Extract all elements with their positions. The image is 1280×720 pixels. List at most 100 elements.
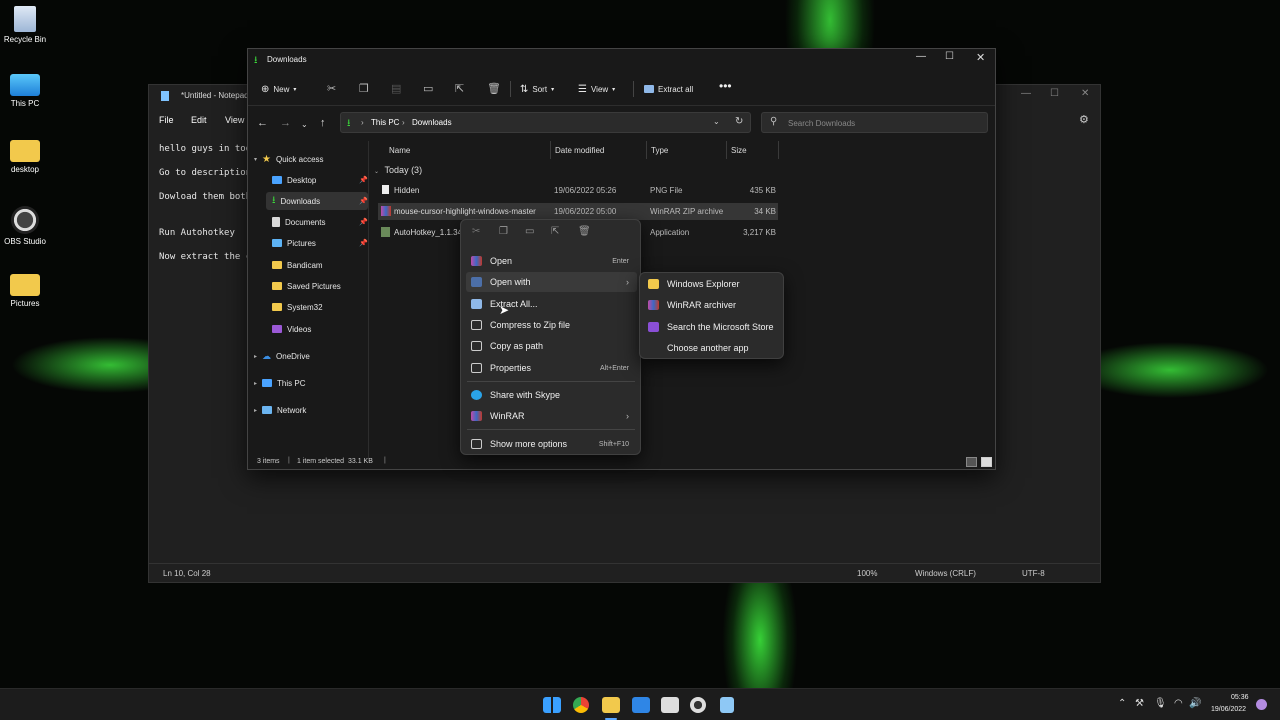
- copy-icon[interactable]: ❐: [499, 226, 508, 237]
- column-header-size[interactable]: Size: [731, 146, 747, 155]
- menu-extract-all[interactable]: Extract All...: [466, 294, 637, 314]
- zoom-level: 100%: [857, 569, 878, 578]
- obs-icon[interactable]: [690, 697, 706, 713]
- nav-desktop[interactable]: Desktop 📌: [272, 171, 368, 189]
- column-header-name[interactable]: Name: [389, 146, 410, 155]
- menu-label: Properties: [490, 363, 532, 373]
- notepad-icon[interactable]: [720, 697, 734, 713]
- maximize-icon[interactable]: ☐: [945, 51, 954, 62]
- refresh-icon[interactable]: ↻: [735, 116, 743, 127]
- maximize-icon[interactable]: ☐: [1050, 88, 1059, 99]
- file-explorer-icon[interactable]: [602, 697, 620, 713]
- share-icon[interactable]: ⇱: [455, 82, 464, 95]
- rename-icon[interactable]: ▭: [525, 226, 534, 237]
- menu-open-with[interactable]: Open with ›: [466, 272, 637, 292]
- clock-time[interactable]: 05:36: [1231, 694, 1249, 701]
- open-with-icon: [471, 277, 482, 287]
- nav-saved-pictures[interactable]: Saved Pictures: [272, 277, 368, 295]
- menu-share-skype[interactable]: Share with Skype: [466, 385, 637, 405]
- nav-onedrive[interactable]: ▸ ☁ OneDrive: [254, 347, 364, 365]
- application-icon: [381, 227, 390, 237]
- file-row-selected[interactable]: mouse-cursor-highlight-windows-master 19…: [378, 203, 778, 220]
- notification-badge[interactable]: [1256, 699, 1267, 710]
- close-icon[interactable]: ✕: [1081, 88, 1089, 99]
- chevron-up-icon[interactable]: ⌃: [1118, 698, 1126, 709]
- desktop-icon-obs[interactable]: OBS Studio: [0, 206, 50, 246]
- menu-compress-zip[interactable]: Compress to Zip file: [466, 315, 637, 335]
- delete-icon[interactable]: 🗑: [578, 226, 591, 237]
- cut-icon[interactable]: ✂: [327, 82, 336, 95]
- store-icon[interactable]: [661, 697, 679, 713]
- forward-arrow-icon[interactable]: →: [280, 117, 291, 129]
- recent-chevron-icon[interactable]: ⌄: [301, 120, 308, 129]
- nav-downloads[interactable]: ⭳ Downloads 📌: [266, 192, 368, 210]
- column-header-date[interactable]: Date modified: [555, 146, 604, 155]
- extract-all-button[interactable]: Extract all: [644, 81, 693, 97]
- paste-icon[interactable]: ▤: [391, 82, 401, 95]
- back-arrow-icon[interactable]: ←: [257, 117, 268, 129]
- nav-system32[interactable]: System32: [272, 298, 368, 316]
- breadcrumb-this-pc[interactable]: This PC: [371, 118, 399, 127]
- menu-copy-path[interactable]: Copy as path: [466, 336, 637, 356]
- submenu-windows-explorer[interactable]: Windows Explorer: [644, 274, 781, 294]
- column-header-type[interactable]: Type: [651, 146, 668, 155]
- chevron-right-icon: ▸: [254, 407, 258, 414]
- mail-icon[interactable]: [632, 697, 650, 713]
- clock-date[interactable]: 19/06/2022: [1211, 706, 1246, 713]
- wifi-icon[interactable]: ◠: [1174, 698, 1183, 709]
- menu-edit[interactable]: Edit: [191, 115, 207, 125]
- more-options-icon[interactable]: •••: [719, 79, 732, 93]
- submenu-winrar-archiver[interactable]: WinRAR archiver: [644, 295, 781, 315]
- desktop-icon-recycle-bin[interactable]: Recycle Bin: [0, 6, 50, 44]
- breadcrumb-downloads[interactable]: Downloads: [412, 118, 452, 127]
- tray-app-icon[interactable]: ⚒: [1135, 698, 1144, 709]
- search-input[interactable]: Search Downloads: [788, 119, 855, 128]
- chevron-down-icon: ▾: [254, 156, 258, 163]
- share-icon[interactable]: ⇱: [551, 226, 559, 237]
- gear-icon[interactable]: ⚙: [1079, 113, 1089, 126]
- menu-view[interactable]: View: [225, 115, 244, 125]
- menu-open[interactable]: Open Enter: [466, 251, 637, 271]
- submenu-choose-another-app[interactable]: Choose another app: [644, 338, 781, 358]
- file-row[interactable]: Hidden 19/06/2022 05:26 PNG File 435 KB: [378, 182, 778, 199]
- chrome-icon[interactable]: [573, 697, 589, 713]
- view-button[interactable]: ☰ View ▾: [578, 81, 615, 97]
- desktop-icon-pictures[interactable]: Pictures: [0, 274, 50, 308]
- cut-icon[interactable]: ✂: [472, 226, 480, 237]
- desktop-icon-this-pc[interactable]: This PC: [0, 74, 50, 108]
- menu-winrar[interactable]: WinRAR ›: [466, 406, 637, 426]
- up-arrow-icon[interactable]: ↑: [320, 117, 326, 129]
- sort-button[interactable]: ⇅ Sort ▾: [520, 81, 554, 97]
- nav-quick-access[interactable]: ▾ ★ Quick access: [254, 150, 364, 168]
- menu-show-more-options[interactable]: Show more options Shift+F10: [466, 434, 637, 454]
- menu-properties[interactable]: Properties Alt+Enter: [466, 358, 637, 378]
- microphone-icon[interactable]: 🎙: [1154, 698, 1167, 709]
- extract-icon: [471, 299, 482, 309]
- nav-pictures[interactable]: Pictures 📌: [272, 234, 368, 252]
- address-bar[interactable]: ⭳ › This PC › Downloads ⌄ ↻: [340, 112, 751, 133]
- nav-this-pc[interactable]: ▸ This PC: [254, 374, 364, 392]
- group-header[interactable]: ⌄ Today (3): [374, 165, 422, 175]
- details-view-icon[interactable]: [966, 457, 977, 467]
- rename-icon[interactable]: ▭: [423, 82, 433, 95]
- new-button[interactable]: ⊕ New ▾: [261, 81, 296, 97]
- nav-network[interactable]: ▸ Network: [254, 401, 364, 419]
- nav-videos[interactable]: Videos: [272, 320, 368, 338]
- tiles-view-icon[interactable]: [981, 457, 992, 467]
- menu-file[interactable]: File: [159, 115, 174, 125]
- notepad-icon: [161, 91, 169, 101]
- volume-icon[interactable]: 🔊: [1189, 698, 1201, 709]
- submenu-search-store[interactable]: Search the Microsoft Store: [644, 317, 781, 337]
- copy-icon[interactable]: ❐: [359, 82, 369, 95]
- chevron-down-icon[interactable]: ⌄: [713, 117, 720, 126]
- close-icon[interactable]: ✕: [976, 51, 985, 64]
- nav-documents[interactable]: Documents 📌: [272, 213, 368, 231]
- start-windows-icon[interactable]: [543, 697, 561, 713]
- delete-icon[interactable]: 🗑: [487, 82, 501, 95]
- search-box[interactable]: ⚲ Search Downloads: [761, 112, 988, 133]
- nav-bandicam[interactable]: Bandicam: [272, 256, 368, 274]
- view-label: View: [590, 84, 609, 94]
- minimize-icon[interactable]: —: [916, 51, 926, 62]
- minimize-icon[interactable]: —: [1021, 88, 1031, 99]
- desktop-icon-desktop[interactable]: desktop: [0, 140, 50, 174]
